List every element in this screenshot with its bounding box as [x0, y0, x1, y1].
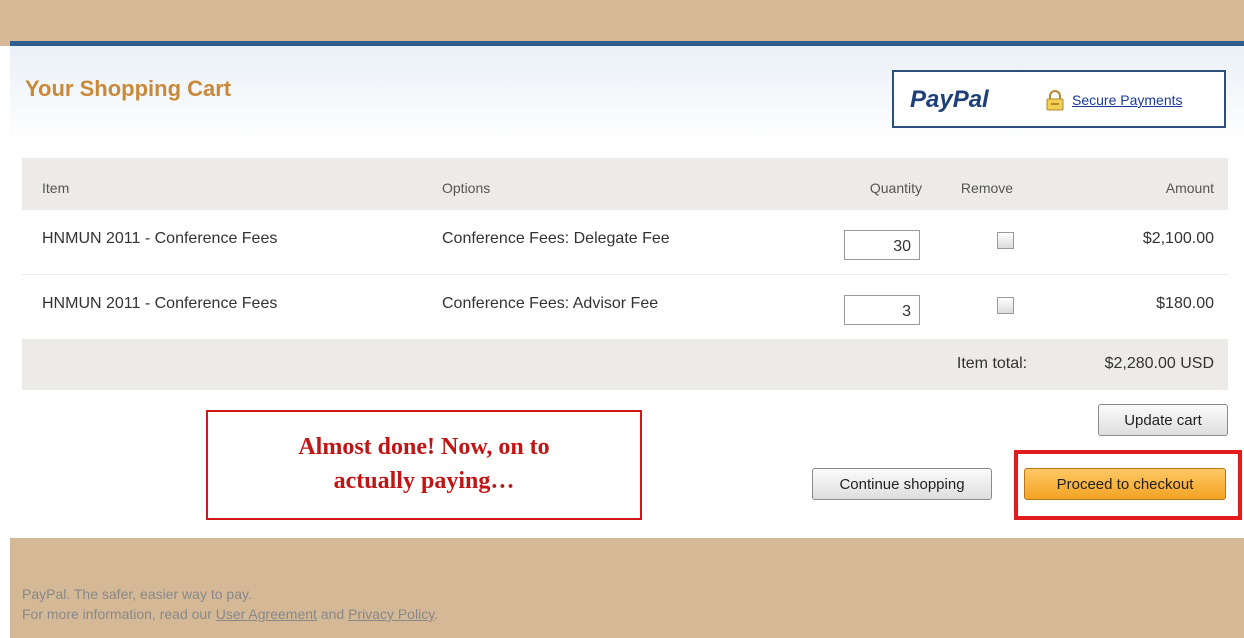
item-total-amount: $2,280.00 USD	[1104, 355, 1214, 372]
lock-icon	[1046, 90, 1064, 111]
remove-checkbox[interactable]	[997, 232, 1014, 249]
total-row: Item total: $2,280.00 USD	[22, 340, 1228, 390]
annotation-line-2: actually paying…	[333, 468, 515, 494]
annotation-callout: Almost done! Now, on to actually paying…	[206, 410, 642, 520]
row-amount: $180.00	[1156, 295, 1214, 312]
secure-payments-link[interactable]: Secure Payments	[1072, 92, 1183, 108]
annotation-line-1: Almost done! Now, on to	[298, 434, 550, 460]
paypal-badge: PayPal Secure Payments	[892, 70, 1226, 128]
row-item: HNMUN 2011 - Conference Fees	[42, 295, 278, 312]
paypal-logo: PayPal	[910, 86, 989, 113]
table-header: Item Options Quantity Remove Amount	[22, 158, 1228, 210]
footer-and: and	[320, 606, 345, 622]
top-band	[0, 0, 1244, 46]
table-row: HNMUN 2011 - Conference Fees Conference …	[22, 275, 1228, 340]
footer-period: .	[434, 606, 439, 622]
footer: PayPal. The safer, easier way to pay. Fo…	[10, 538, 1244, 638]
row-options: Conference Fees: Advisor Fee	[442, 295, 659, 312]
header-options: Options	[442, 180, 491, 196]
footer-info: For more information, read our User Agre…	[22, 606, 438, 622]
item-total-label: Item total:	[956, 355, 1028, 372]
cart-table: Item Options Quantity Remove Amount HNMU…	[22, 158, 1228, 390]
proceed-to-checkout-button[interactable]: Proceed to checkout	[1024, 468, 1226, 500]
header-quantity: Quantity	[869, 180, 922, 196]
row-options: Conference Fees: Delegate Fee	[442, 230, 670, 247]
footer-tagline: PayPal. The safer, easier way to pay.	[22, 586, 252, 602]
quantity-input[interactable]	[844, 230, 920, 260]
footer-info-prefix: For more information, read our	[22, 606, 212, 622]
quantity-input[interactable]	[844, 295, 920, 325]
page-title: Your Shopping Cart	[25, 76, 232, 101]
row-amount: $2,100.00	[1142, 230, 1214, 247]
table-row: HNMUN 2011 - Conference Fees Conference …	[22, 210, 1228, 275]
continue-shopping-button[interactable]: Continue shopping	[812, 468, 992, 500]
privacy-policy-link[interactable]: Privacy Policy	[348, 606, 434, 622]
row-item: HNMUN 2011 - Conference Fees	[42, 230, 278, 247]
remove-checkbox[interactable]	[997, 297, 1014, 314]
header-amount: Amount	[1165, 180, 1214, 196]
user-agreement-link[interactable]: User Agreement	[216, 606, 317, 622]
header-item: Item	[42, 180, 70, 196]
update-cart-button[interactable]: Update cart	[1098, 404, 1228, 436]
